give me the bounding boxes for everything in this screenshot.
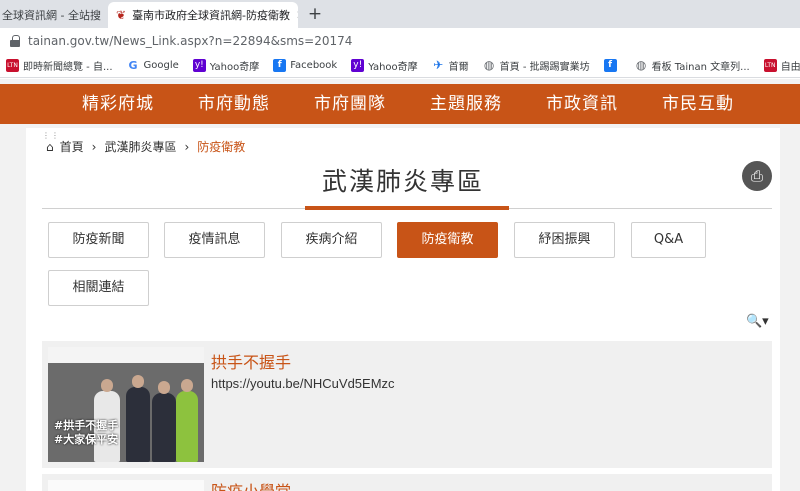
bookmark-label: 自由時報電子報	[780, 62, 800, 73]
bookmark-label: 首頁 - 批踢踢實業坊	[499, 62, 590, 73]
close-icon[interactable]: ✕	[101, 8, 106, 22]
google-icon: G	[128, 59, 138, 72]
thumbnail-figure	[126, 387, 150, 462]
bookmark-item[interactable]: ◍ 看板 Tainan 文章列...	[635, 58, 750, 74]
bookmark-item[interactable]: f Facebook	[273, 59, 337, 72]
nav-item[interactable]: 市民互動	[640, 84, 756, 124]
globe-icon: ◍	[483, 58, 495, 72]
nav-item[interactable]: 市政資訊	[524, 84, 640, 124]
video-thumbnail[interactable]: #拱手不握手 #大家保平安	[48, 347, 204, 462]
thumbnail-caption: #拱手不握手 #大家保平安	[54, 419, 118, 447]
yahoo-icon: y!	[192, 59, 206, 72]
bookmark-label: Facebook	[290, 60, 338, 71]
title-underline	[305, 206, 509, 210]
thumbnail-caption-line: #拱手不握手	[54, 419, 119, 432]
bookmark-item[interactable]: f	[603, 59, 621, 72]
browser-tab-active[interactable]: ❦ 臺南市政府全球資訊網-防疫衛教 ✕	[108, 2, 298, 28]
search-dropdown-icon[interactable]: 🔍▾	[746, 314, 769, 329]
bookmark-label: 看板 Tainan 文章列...	[651, 62, 750, 73]
list-item[interactable]: #拱手不握手 #大家保平安 拱手不握手 https://youtu.be/NHC…	[42, 341, 772, 468]
printer-icon: ⎙	[750, 166, 763, 185]
thumbnail-figure	[176, 391, 198, 462]
browser-tab-bar: 全球資訊網 - 全站搜 ✕ ❦ 臺南市政府全球資訊網-防疫衛教 ✕ +	[0, 0, 800, 28]
globe-icon: ◍	[635, 58, 647, 72]
category-button-active[interactable]: 防疫衛教	[397, 222, 498, 258]
lock-icon	[10, 35, 20, 47]
thumbnail-figure	[152, 393, 176, 462]
category-button[interactable]: 相關連結	[48, 270, 149, 306]
category-button[interactable]: 紓困振興	[514, 222, 615, 258]
thumbnail-figure	[132, 375, 144, 388]
article-title[interactable]: 防疫小學堂	[211, 478, 291, 491]
facebook-icon: f	[273, 59, 287, 72]
category-button[interactable]: 疾病介紹	[281, 222, 382, 258]
site-favicon-icon: ❦	[116, 8, 127, 22]
article-thumbnail[interactable]	[48, 480, 204, 491]
thumbnail-figure	[101, 379, 113, 392]
nav-item[interactable]: 市府動態	[176, 84, 292, 124]
content-panel: ⋮⋮ ⌂ 首頁 › 武漢肺炎專區 › 防疫衛教 武漢肺炎專區 ⎙ 防疫新聞 疫情…	[26, 128, 780, 491]
nav-item[interactable]: 主題服務	[408, 84, 524, 124]
home-icon[interactable]: ⌂	[46, 140, 54, 154]
chevron-right-icon: ›	[91, 139, 97, 154]
nav-item[interactable]: 市府團隊	[292, 84, 408, 124]
bookmark-item[interactable]: ✈ 首爾	[432, 58, 469, 74]
ltn-icon: LTN	[763, 59, 777, 72]
thumbnail-background	[48, 347, 204, 363]
tab-title: 臺南市政府全球資訊網-防疫衛教	[132, 9, 291, 22]
tab-title: 全球資訊網 - 全站搜	[2, 9, 101, 22]
print-button[interactable]: ⎙	[742, 161, 772, 191]
thumbnail-caption-line: #大家保平安	[54, 433, 119, 446]
url-text[interactable]: tainan.gov.tw/News_Link.aspx?n=22894&sms…	[28, 34, 352, 48]
category-button[interactable]: Q&A	[631, 222, 706, 258]
bookmarks-bar: LTN 即時新聞總覽 - 自... G Google y! Yahoo奇摩 f Face…	[0, 54, 800, 78]
plane-icon: ✈	[433, 58, 444, 72]
browser-tab[interactable]: 全球資訊網 - 全站搜 ✕	[0, 2, 106, 28]
bookmark-label: Google	[143, 60, 179, 71]
category-button[interactable]: 疫情訊息	[164, 222, 265, 258]
breadcrumb-current: 防疫衛教	[197, 140, 246, 154]
bookmark-item[interactable]: y! Yahoo奇摩	[192, 58, 260, 73]
bookmark-label: 即時新聞總覽 - 自...	[23, 62, 113, 73]
thumbnail-figure	[158, 381, 170, 394]
bookmark-item[interactable]: ◍ 首頁 - 批踢踢實業坊	[483, 58, 590, 74]
breadcrumb-item[interactable]: 武漢肺炎專區	[104, 138, 176, 155]
address-bar[interactable]: tainan.gov.tw/News_Link.aspx?n=22894&sms…	[0, 28, 800, 54]
chevron-right-icon: ›	[184, 139, 190, 154]
bookmark-item[interactable]: LTN自由時報電子報	[763, 58, 800, 73]
article-link[interactable]: https://youtu.be/NHCuVd5EMzc	[211, 376, 395, 391]
breadcrumb-home[interactable]: 首頁	[60, 138, 84, 155]
list-item[interactable]: 防疫小學堂	[42, 474, 772, 491]
new-tab-icon[interactable]: +	[304, 3, 326, 25]
bookmark-label: Yahoo奇摩	[368, 62, 418, 73]
bookmark-label: 首爾	[448, 62, 469, 73]
close-icon[interactable]: ✕	[290, 8, 298, 22]
category-button[interactable]: 防疫新聞	[48, 222, 149, 258]
bookmark-label: Yahoo奇摩	[209, 62, 260, 73]
page-title: 武漢肺炎專區	[321, 167, 484, 196]
thumbnail-figure	[181, 379, 193, 392]
yahoo-icon: y!	[351, 59, 365, 72]
main-nav: 精彩府城 市府動態 市府團隊 主題服務 市政資訊 市民互動	[0, 84, 800, 124]
article-title[interactable]: 拱手不握手	[211, 349, 291, 373]
bookmark-item[interactable]: G Google	[127, 59, 179, 72]
nav-item[interactable]: 精彩府城	[60, 84, 176, 124]
bookmark-item[interactable]: y! Yahoo奇摩	[351, 58, 418, 73]
ltn-icon: LTN	[6, 59, 19, 72]
bookmark-item[interactable]: LTN 即時新聞總覽 - 自...	[6, 58, 113, 73]
facebook-icon: f	[603, 59, 617, 72]
breadcrumb: ⌂ 首頁 › 武漢肺炎專區 › 防疫衛教	[46, 138, 245, 155]
